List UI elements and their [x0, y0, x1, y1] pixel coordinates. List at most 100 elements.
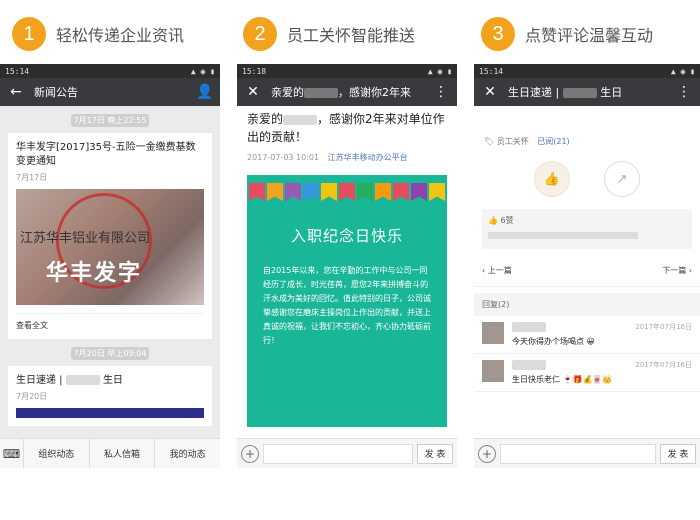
comment-item: 2017年07月16日 今天你得办个场喝点 😀 — [474, 316, 700, 354]
bunting-flag — [393, 183, 409, 201]
news-image: 江苏华丰铝业有限公司 华丰发字 — [16, 189, 204, 305]
comment-date: 2017年07月16日 — [635, 361, 692, 369]
plus-icon[interactable]: + — [478, 444, 496, 463]
step-title: 员工关怀智能推送 — [287, 26, 416, 45]
bunting-flag — [285, 183, 301, 201]
title-suffix: ，感谢你2年来 — [338, 86, 411, 99]
comment-input[interactable] — [263, 443, 413, 464]
prev-article-link[interactable]: ‹ 上一篇 — [482, 265, 512, 276]
like-button[interactable]: 👍 — [534, 161, 570, 197]
article-pager: ‹ 上一篇 下一篇 › — [474, 255, 700, 287]
comment-bar: + 发 表 — [474, 438, 700, 468]
redacted-name — [283, 114, 318, 125]
thumbs-up-icon: 👍 — [543, 171, 561, 187]
comment-text: 生日快乐老仁 🍷🎁💰🀄👑 — [512, 375, 613, 384]
bunting-flag — [267, 183, 283, 201]
nav-my-news[interactable]: 我的动态 — [155, 439, 220, 468]
likes-box: 👍 6赞 — [482, 209, 692, 249]
comment-date: 2017年07月16日 — [635, 323, 692, 331]
news-card[interactable]: 生日速递 | 生日 7月20日 — [8, 366, 212, 426]
next-article-link[interactable]: 下一篇 › — [662, 265, 692, 276]
close-icon[interactable]: ✕ — [482, 84, 498, 100]
close-icon[interactable]: ✕ — [245, 84, 261, 100]
status-time: 15:14 — [5, 66, 30, 76]
phone-interact: 15:14 ▲ ◉ ▮ ✕ 生日速递 | 生日 ⋮ 🏷 员工关怀 已阅(21) … — [474, 64, 700, 468]
step-number: 2 — [243, 17, 277, 51]
read-count[interactable]: 已阅(21) — [537, 137, 569, 146]
more-icon[interactable]: ⋮ — [676, 84, 692, 100]
likes-count: 6赞 — [500, 216, 514, 225]
status-icons: ▲ ◉ ▮ — [190, 66, 215, 76]
action-buttons: 👍 ↗ — [474, 161, 700, 197]
send-button[interactable]: 发 表 — [417, 443, 453, 464]
bunting-flag — [375, 183, 391, 201]
article-title-prefix: 亲爱的 — [247, 112, 284, 126]
title-bar: ← 新闻公告 👤 — [0, 78, 220, 106]
step-number: 3 — [481, 17, 515, 51]
status-bar: 15:14 ▲ ◉ ▮ — [0, 64, 220, 78]
image-company-text: 江苏华丰铝业有限公司 — [20, 231, 151, 246]
redacted-name — [65, 375, 100, 385]
step-number: 1 — [12, 17, 46, 51]
account-link[interactable]: 江苏华丰移动办公平台 — [328, 153, 408, 162]
news-title-suffix: 生日 — [102, 375, 123, 386]
title-prefix: 生日速递 | — [508, 86, 560, 99]
anniversary-banner: 入职纪念日快乐 自2015年以来，您在辛勤的工作中与公司一同经历了成长，时光荏苒… — [247, 175, 447, 427]
date-separator: 7月20日 早上09:04 — [71, 347, 149, 360]
next-label: 下一篇 — [662, 266, 687, 275]
date-separator: 7月17日 晚上22:55 — [71, 114, 149, 127]
title-bar: ✕ 生日速递 | 生日 ⋮ — [474, 78, 700, 106]
image-overlay-text: 华丰发字 — [46, 261, 143, 286]
status-time: 15:18 — [242, 66, 267, 76]
share-button[interactable]: ↗ — [604, 161, 640, 197]
news-title: 生日速递 | 生日 — [16, 374, 204, 388]
status-icons: ▲ ◉ ▮ — [670, 66, 695, 76]
nav-org-news[interactable]: 组织动态 — [24, 439, 90, 468]
reply-header: 回复(2) — [474, 293, 700, 316]
title-prefix: 亲爱的 — [271, 86, 304, 99]
user-icon[interactable]: 👤 — [196, 84, 213, 100]
back-arrow-icon[interactable]: ← — [8, 84, 24, 100]
article-title: 亲爱的 ，感谢你2年来对单位作出的贡献！ — [237, 106, 457, 146]
plus-icon[interactable]: + — [241, 444, 259, 463]
prev-label: 上一篇 — [487, 266, 512, 275]
status-icons: ▲ ◉ ▮ — [427, 66, 452, 76]
redacted-name — [512, 360, 546, 370]
banner-title: 入职纪念日快乐 — [290, 227, 403, 245]
send-button[interactable]: 发 表 — [660, 443, 696, 464]
share-icon: ↗ — [616, 171, 628, 187]
news-card[interactable]: 华丰发字[2017]35号-五险一金缴费基数变更通知 7月17日 江苏华丰铝业有… — [8, 133, 212, 339]
comment-input[interactable] — [500, 443, 656, 464]
status-bar: 15:14 ▲ ◉ ▮ — [474, 64, 700, 78]
status-time: 15:14 — [479, 66, 504, 76]
bunting-flag — [339, 183, 355, 201]
page-title: 生日速递 | 生日 — [508, 84, 676, 100]
phone-care: 15:18 ▲ ◉ ▮ ✕ 亲爱的 ，感谢你2年来 ⋮ 亲爱的 ，感谢你2年来对单位… — [237, 64, 457, 468]
step-3: 3 点赞评论温馨互动 — [481, 14, 653, 54]
comment-text: 今天你得办个场喝点 😀 — [512, 337, 595, 346]
step-title: 轻松传递企业资讯 — [56, 26, 185, 45]
more-icon[interactable]: ⋮ — [433, 84, 449, 100]
keyboard-icon[interactable]: ⌨ — [0, 439, 24, 468]
article-date: 2017-07-03 10:01 — [247, 153, 320, 162]
news-date: 7月17日 — [16, 173, 48, 182]
comment-bar: + 发 表 — [237, 438, 457, 468]
read-more-link[interactable]: 查看全文 — [16, 313, 204, 331]
title-bar: ✕ 亲爱的 ，感谢你2年来 ⋮ — [237, 78, 457, 106]
step-2: 2 员工关怀智能推送 — [243, 14, 415, 54]
page-title: 新闻公告 — [34, 86, 78, 99]
news-image-strip — [16, 408, 204, 418]
redacted-name — [562, 88, 597, 98]
tag-row: 🏷 员工关怀 已阅(21) — [474, 106, 700, 147]
redacted-likers — [488, 232, 638, 239]
step-title: 点赞评论温馨互动 — [525, 26, 654, 45]
avatar — [482, 360, 504, 382]
page-title: 亲爱的 ，感谢你2年来 — [271, 84, 433, 100]
news-title: 华丰发字[2017]35号-五险一金缴费基数变更通知 — [16, 142, 196, 167]
avatar — [482, 322, 504, 344]
nav-private-mail[interactable]: 私人信箱 — [90, 439, 156, 468]
bunting-flag — [357, 183, 373, 201]
tag-label: 员工关怀 — [496, 137, 529, 146]
bunting-flag — [429, 183, 445, 201]
redacted-name — [304, 88, 338, 98]
